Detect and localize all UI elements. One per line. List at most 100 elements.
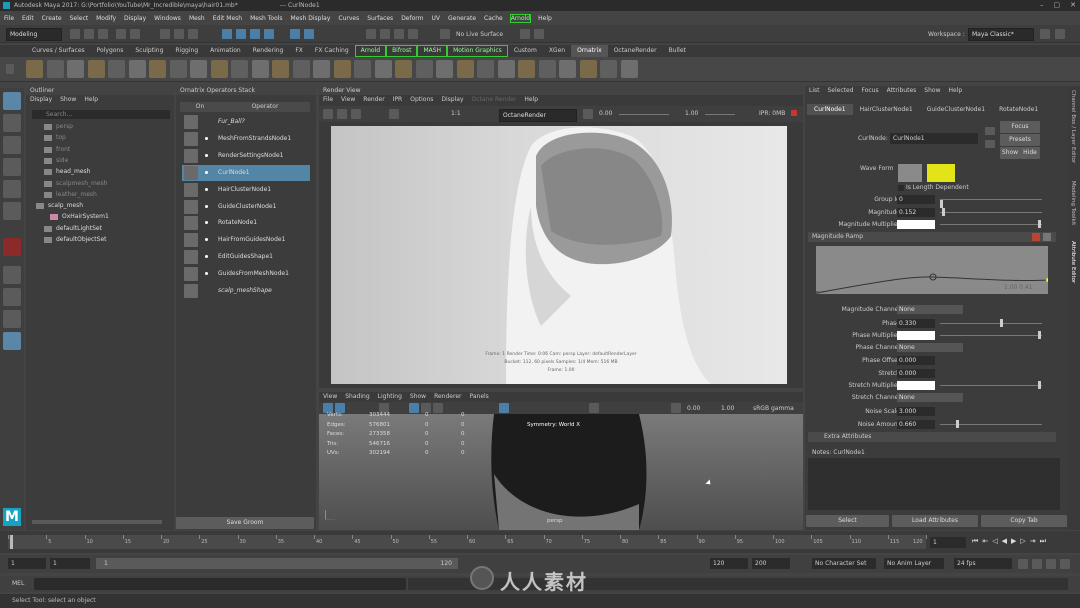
menu-deform[interactable]: Deform bbox=[401, 15, 423, 22]
render-settings-icon[interactable] bbox=[394, 29, 404, 39]
outliner-item[interactable]: OxHairSystem1 bbox=[32, 211, 172, 222]
playback-start-field[interactable]: 1 bbox=[50, 558, 90, 569]
outliner-item[interactable]: scalpmesh_mesh bbox=[32, 178, 172, 189]
operator-node[interactable]: GuidesFromMeshNode1 bbox=[182, 266, 310, 282]
attr-menu-show[interactable]: Show bbox=[924, 86, 940, 96]
outliner-item[interactable]: defaultObjectSet bbox=[32, 234, 172, 245]
auto-key-icon[interactable] bbox=[1032, 559, 1042, 569]
step-back-key-icon[interactable]: ⇤ bbox=[982, 537, 988, 546]
wave-sine-icon[interactable] bbox=[898, 164, 922, 182]
magnitude-ramp-header[interactable]: Magnitude Ramp bbox=[808, 232, 1056, 242]
stretch-channel-dropdown[interactable]: None bbox=[897, 393, 963, 402]
loop-icon[interactable] bbox=[1018, 559, 1028, 569]
ornatrix-shelf-tool-icon[interactable] bbox=[354, 60, 371, 78]
shelf-tab-animation[interactable]: Animation bbox=[204, 45, 247, 57]
operator-enabled-toggle[interactable] bbox=[205, 255, 208, 259]
render-icon[interactable] bbox=[323, 109, 333, 119]
outliner-scrollbar[interactable] bbox=[32, 520, 162, 524]
phase-field[interactable]: 0.330 bbox=[897, 319, 935, 328]
start-time-field[interactable]: 1 bbox=[8, 558, 46, 569]
gamma-slider[interactable] bbox=[705, 114, 735, 115]
ornatrix-shelf-tool-icon[interactable] bbox=[374, 60, 392, 78]
load-attributes-button[interactable]: Load Attributes bbox=[892, 515, 978, 527]
menu-uv[interactable]: UV bbox=[432, 15, 441, 22]
mag-channel-dropdown[interactable]: None bbox=[897, 305, 963, 314]
render-menu-view[interactable]: View bbox=[341, 95, 355, 105]
ornatrix-shelf-tool-icon[interactable] bbox=[87, 60, 105, 78]
snap-view-icon[interactable] bbox=[264, 29, 274, 39]
maximize-icon[interactable]: ▢ bbox=[1054, 0, 1061, 11]
timeline-ticks[interactable]: 1510152025303540455055606570758085909510… bbox=[8, 535, 927, 549]
ornatrix-shelf-tool-icon[interactable] bbox=[46, 60, 64, 78]
ornatrix-shelf-tool-icon[interactable] bbox=[436, 60, 453, 78]
ornatrix-shelf-tool-icon[interactable] bbox=[190, 60, 207, 78]
snap-grid-icon[interactable] bbox=[222, 29, 232, 39]
single-pane-icon[interactable] bbox=[3, 266, 21, 284]
wave-helix-icon[interactable] bbox=[927, 164, 955, 182]
shelf-menu-icon[interactable] bbox=[6, 64, 14, 74]
shelf-tab-arnold[interactable]: Arnold bbox=[354, 45, 387, 57]
open-scene-icon[interactable] bbox=[84, 29, 94, 39]
snap-surface-icon[interactable] bbox=[290, 29, 300, 39]
exposure-vp-icon[interactable] bbox=[671, 403, 681, 413]
ornatrix-shelf-tool-icon[interactable] bbox=[128, 60, 146, 78]
phase-channel-dropdown[interactable]: None bbox=[897, 343, 963, 352]
two-pane-icon[interactable] bbox=[3, 310, 21, 328]
menu-display[interactable]: Display bbox=[124, 15, 146, 22]
attr-menu-attributes[interactable]: Attributes bbox=[887, 86, 917, 96]
end-time-field[interactable]: 200 bbox=[752, 558, 790, 569]
viewport-canvas[interactable]: Symmetry: World X persp bbox=[319, 414, 803, 530]
ornatrix-shelf-tool-icon[interactable] bbox=[26, 60, 43, 78]
phase-mult-swatch[interactable] bbox=[897, 331, 935, 340]
exposure-value[interactable]: 0.00 bbox=[599, 110, 612, 117]
step-back-icon[interactable]: ◁ bbox=[992, 537, 997, 546]
attr-menu-focus[interactable]: Focus bbox=[862, 86, 879, 96]
ornatrix-shelf-tool-icon[interactable] bbox=[313, 60, 330, 78]
hypershade-icon[interactable] bbox=[408, 29, 418, 39]
ramp-delete-icon[interactable] bbox=[1032, 233, 1040, 241]
wireframe-icon[interactable] bbox=[409, 403, 419, 413]
presets-button[interactable]: Presets bbox=[1000, 134, 1040, 146]
move-tool-icon[interactable] bbox=[3, 158, 21, 176]
phase-slider[interactable] bbox=[940, 319, 1042, 327]
attr-tab-curlnode1[interactable]: CurlNode1 bbox=[807, 104, 853, 115]
shelf-tab-custom[interactable]: Custom bbox=[508, 45, 543, 57]
ornatrix-shelf-tool-icon[interactable] bbox=[251, 60, 269, 78]
ornatrix-shelf-tool-icon[interactable] bbox=[559, 60, 576, 78]
outliner-item[interactable]: head_mesh bbox=[32, 166, 172, 177]
operator-node[interactable]: HairFromGuidesNode1 bbox=[182, 232, 310, 248]
noise-amount-slider[interactable] bbox=[940, 420, 1042, 428]
extra-attributes-header[interactable]: Extra Attributes bbox=[808, 432, 1056, 442]
attr-menu-help[interactable]: Help bbox=[948, 86, 962, 96]
render-menu-display[interactable]: Display bbox=[441, 95, 463, 105]
go-start-icon[interactable]: ⏮ bbox=[972, 537, 978, 546]
ipr-render-icon[interactable] bbox=[380, 29, 390, 39]
menu-mesh[interactable]: Mesh bbox=[189, 15, 205, 22]
ornatrix-shelf-tool-icon[interactable] bbox=[108, 60, 125, 78]
focus-button[interactable]: Focus bbox=[1000, 121, 1040, 133]
outliner-item[interactable]: scalp_mesh bbox=[32, 200, 172, 211]
render-menu-render[interactable]: Render bbox=[363, 95, 384, 105]
ornatrix-shelf-tool-icon[interactable] bbox=[210, 60, 228, 78]
redo-icon[interactable] bbox=[130, 29, 140, 39]
operator-enabled-toggle[interactable] bbox=[205, 221, 208, 225]
scale-tool-icon[interactable] bbox=[3, 202, 21, 220]
ornatrix-shelf-tool-icon[interactable] bbox=[415, 60, 433, 78]
operator-node[interactable]: HairClusterNode1 bbox=[182, 182, 310, 198]
renderer-dropdown[interactable]: OctaneRender bbox=[499, 109, 577, 122]
operator-enabled-toggle[interactable] bbox=[205, 136, 208, 140]
operator-node[interactable]: scalp_meshShape bbox=[182, 283, 310, 299]
outliner-menu-help[interactable]: Help bbox=[84, 95, 98, 105]
close-icon[interactable]: ✕ bbox=[1070, 0, 1076, 11]
menu-file[interactable]: File bbox=[4, 15, 14, 22]
mag-mult-swatch[interactable] bbox=[897, 220, 935, 229]
viewport-menu-panels[interactable]: Panels bbox=[469, 392, 488, 402]
refresh-icon[interactable] bbox=[351, 109, 361, 119]
phase-mult-slider[interactable] bbox=[940, 331, 1042, 339]
viewport-menu-renderer[interactable]: Renderer bbox=[434, 392, 461, 402]
outliner-item[interactable]: persp bbox=[32, 121, 172, 132]
menu-edit[interactable]: Edit bbox=[22, 15, 34, 22]
stretch-field[interactable]: 0.000 bbox=[897, 369, 935, 378]
ornatrix-shelf-tool-icon[interactable] bbox=[67, 60, 84, 78]
viewport-menu-show[interactable]: Show bbox=[410, 392, 426, 402]
